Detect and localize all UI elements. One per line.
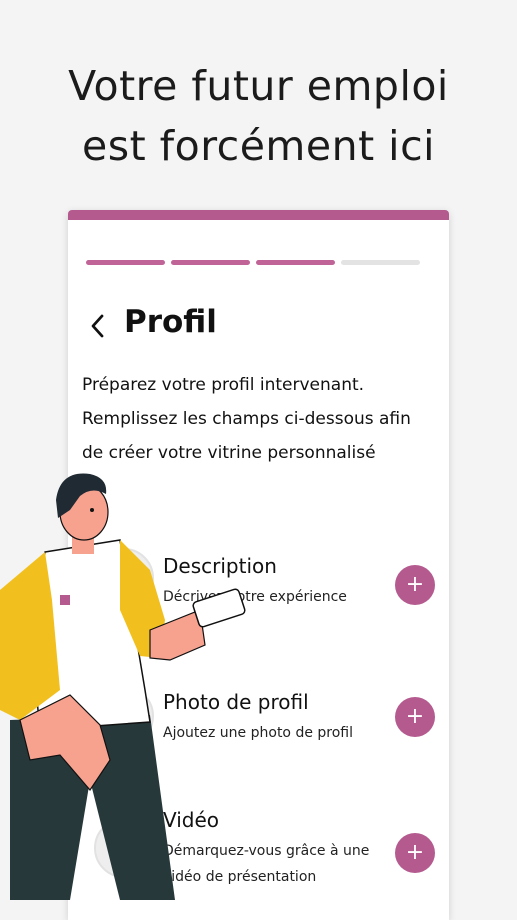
intro-text: Préparez votre profil intervenant. Rempl… (82, 375, 411, 463)
progress-bar (86, 260, 420, 265)
progress-step (256, 260, 335, 265)
progress-step (341, 260, 420, 265)
headline: Votre futur emploi est forcément ici (0, 56, 517, 176)
add-description-button[interactable]: + (395, 565, 435, 605)
add-photo-button[interactable]: + (395, 697, 435, 737)
plus-icon: + (405, 572, 425, 597)
chevron-left-icon[interactable] (86, 306, 110, 346)
add-video-button[interactable]: + (395, 833, 435, 873)
plus-icon: + (405, 840, 425, 865)
plus-icon: + (405, 704, 425, 729)
headline-line-2: est forcément ici (81, 122, 436, 170)
headline-line-1: Votre futur emploi (68, 62, 449, 110)
progress-step (86, 260, 165, 265)
progress-step (171, 260, 250, 265)
page-title: Profil (124, 304, 217, 340)
person-illustration (0, 473, 246, 900)
